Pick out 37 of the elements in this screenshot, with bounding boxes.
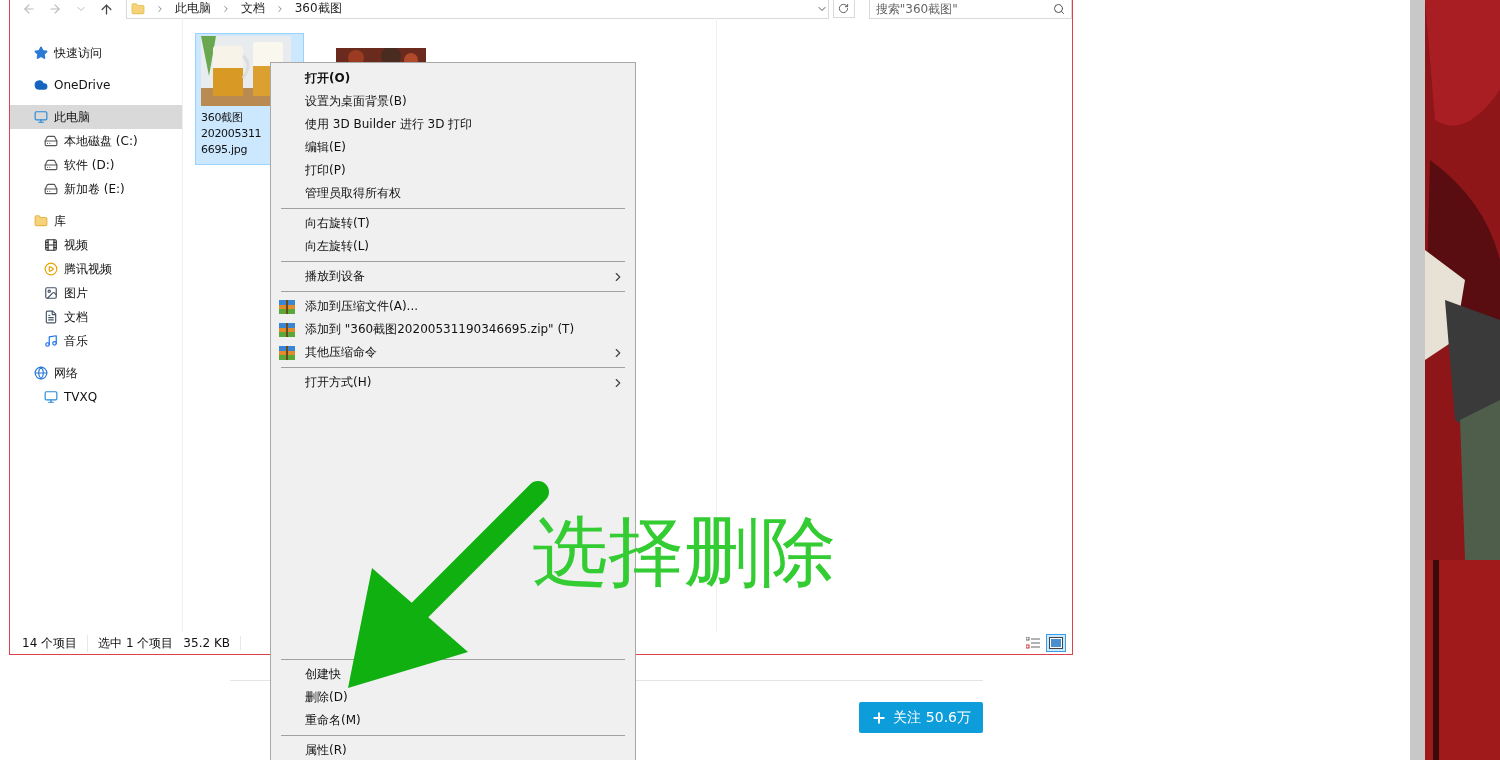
menu-item[interactable]: 删除(D)	[271, 686, 635, 709]
breadcrumb-item[interactable]: 360截图	[294, 0, 342, 17]
menu-item[interactable]: 属性(R)	[271, 739, 635, 760]
sidebar-item[interactable]: 本地磁盘 (C:)	[10, 129, 182, 153]
menu-item[interactable]: 向右旋转(T)	[271, 212, 635, 235]
address-bar[interactable]: 此电脑 文档 360截图	[125, 0, 829, 19]
sidebar-item[interactable]: 文档	[10, 305, 182, 329]
breadcrumb-item[interactable]: 文档	[240, 0, 265, 17]
search-field[interactable]: 搜索"360截图"	[868, 0, 1072, 19]
sidebar-item[interactable]: 网络	[10, 361, 182, 385]
sidebar-item[interactable]: OneDrive	[10, 73, 182, 97]
sidebar-item[interactable]: 图片	[10, 281, 182, 305]
sidebar-item[interactable]: 音乐	[10, 329, 182, 353]
sidebar-item[interactable]: 快速访问	[10, 41, 182, 65]
menu-item[interactable]: 打开方式(H)	[271, 371, 635, 394]
sidebar-item[interactable]: 腾讯视频	[10, 257, 182, 281]
selection-count: 选中 1 个项目	[98, 634, 174, 652]
menu-item[interactable]: 添加到压缩文件(A)...	[271, 295, 635, 318]
sidebar-item[interactable]: 新加卷 (E:)	[10, 177, 182, 201]
selection-size: 35.2 KB	[183, 636, 241, 650]
file-name: 360截图 202005311 6695.jpg	[201, 110, 263, 158]
sidebar-item[interactable]: 库	[10, 209, 182, 233]
item-count: 14 个项目	[22, 634, 89, 652]
annotation-text: 选择删除	[532, 506, 836, 598]
sidebar-item[interactable]: 软件 (D:)	[10, 153, 182, 177]
search-input[interactable]: 搜索"360截图"	[875, 1, 1036, 16]
breadcrumb-item[interactable]: 此电脑	[174, 0, 211, 17]
sidebar-item[interactable]: 此电脑	[10, 105, 182, 129]
menu-item[interactable]: 播放到设备	[271, 265, 635, 288]
menu-item[interactable]: 其他压缩命令	[271, 341, 635, 364]
menu-item[interactable]: 创建快	[271, 663, 635, 686]
sidebar-item[interactable]: 视频	[10, 233, 182, 257]
menu-item[interactable]: 向左旋转(L)	[271, 235, 635, 258]
sidebar-item[interactable]: TVXQ	[10, 385, 182, 409]
menu-item[interactable]: 管理员取得所有权	[271, 182, 635, 205]
menu-item[interactable]: 添加到 "360截图20200531190346695.zip" (T)	[271, 318, 635, 341]
menu-item[interactable]: 重命名(M)	[271, 709, 635, 732]
